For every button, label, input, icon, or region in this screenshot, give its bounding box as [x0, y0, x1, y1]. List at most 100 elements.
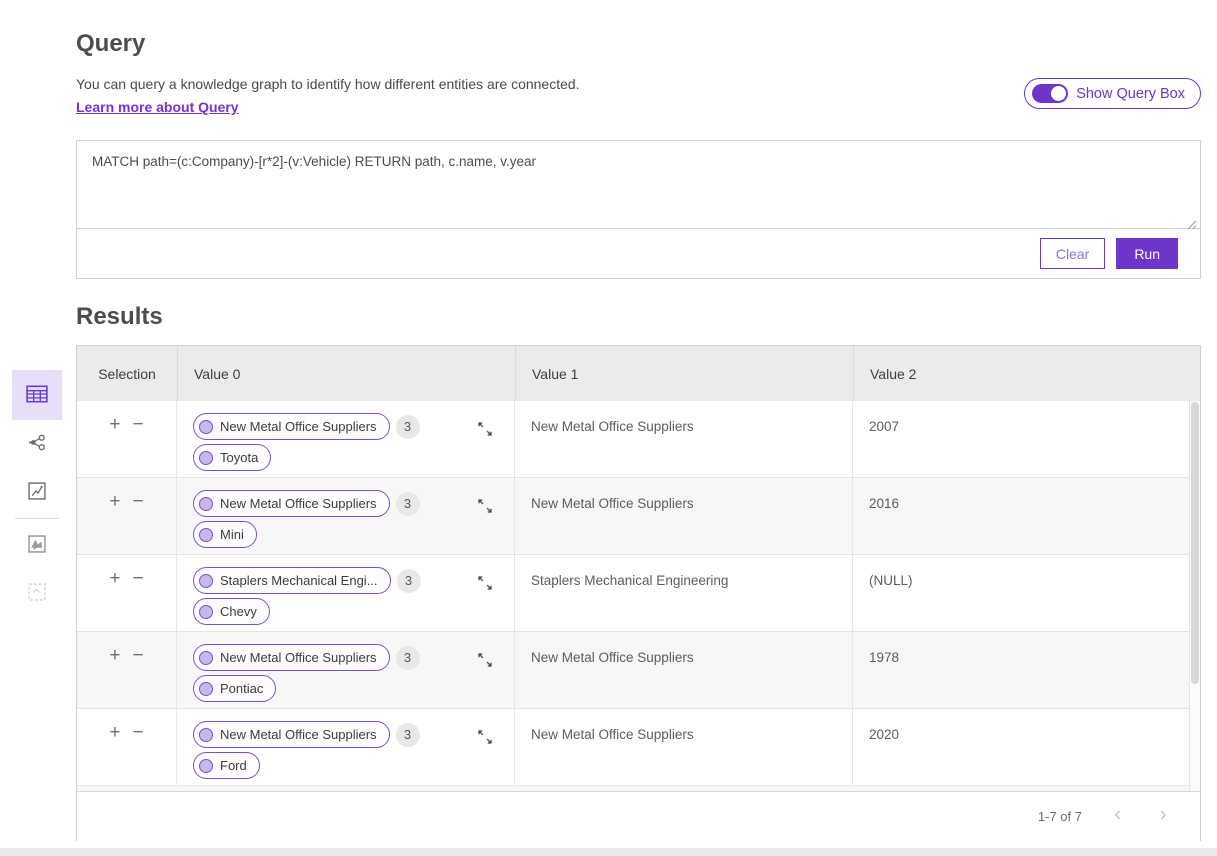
remove-from-selection-button[interactable]: −	[133, 647, 144, 665]
entity-pill-label: Toyota	[220, 450, 258, 465]
entity-pill-label: Mini	[220, 527, 244, 542]
value1-text: Staplers Mechanical Engineering	[531, 573, 728, 588]
next-page-button[interactable]	[1154, 808, 1172, 826]
sidebar-item-selection-view[interactable]	[12, 569, 62, 617]
entity-pill[interactable]: New Metal Office Suppliers	[193, 490, 390, 517]
entity-pill[interactable]: Mini	[193, 521, 257, 548]
path-count-badge: 3	[396, 723, 420, 747]
entity-pill[interactable]: Staplers Mechanical Engi...	[193, 567, 391, 594]
expand-icon	[477, 579, 493, 594]
entity-pill[interactable]: Pontiac	[193, 675, 276, 702]
page-title: Query	[76, 30, 145, 58]
entity-node-icon	[199, 451, 213, 465]
learn-more-link[interactable]: Learn more about Query	[76, 99, 239, 115]
clear-button[interactable]: Clear	[1040, 238, 1105, 269]
expand-icon	[477, 656, 493, 671]
expand-icon	[477, 502, 493, 517]
entity-pill[interactable]: New Metal Office Suppliers	[193, 644, 390, 671]
sidebar-item-table-view[interactable]	[12, 370, 62, 420]
entity-pill-label: Chevy	[220, 604, 257, 619]
entity-pill-label: Pontiac	[220, 681, 263, 696]
value2-cell: 1978	[853, 632, 1200, 714]
expand-icon	[477, 733, 493, 748]
sidebar-item-link-chart-view[interactable]	[12, 420, 62, 468]
entity-pill-label: New Metal Office Suppliers	[220, 727, 377, 742]
selection-icon	[28, 583, 46, 604]
entity-pill[interactable]: Ford	[193, 752, 260, 779]
remove-from-selection-button[interactable]: −	[133, 416, 144, 434]
column-header-value0: Value 0	[177, 346, 515, 401]
previous-page-button[interactable]	[1109, 808, 1127, 826]
column-header-selection: Selection	[77, 346, 177, 401]
run-button[interactable]: Run	[1116, 238, 1178, 269]
remove-from-selection-button[interactable]: −	[133, 724, 144, 742]
entity-node-icon	[199, 759, 213, 773]
sidebar-item-map-view[interactable]	[12, 521, 62, 569]
entity-node-icon	[199, 651, 213, 665]
expand-row-button[interactable]	[476, 421, 494, 439]
entity-node-icon	[199, 682, 213, 696]
table-row: + − New Metal Office Suppliers 3 Pontiac	[77, 632, 1200, 709]
entity-pill[interactable]: New Metal Office Suppliers	[193, 413, 390, 440]
selection-cell: + −	[77, 709, 177, 791]
value0-cell: Staplers Mechanical Engi... 3 Chevy	[177, 555, 515, 637]
path-count-badge: 3	[397, 569, 421, 593]
entity-pill-label: Staplers Mechanical Engi...	[220, 573, 378, 588]
value2-cell: 2016	[853, 478, 1200, 560]
link-chart-icon	[28, 433, 47, 455]
scrollbar-thumb[interactable]	[1191, 402, 1199, 684]
table-row: + − New Metal Office Suppliers 3 Ford	[77, 709, 1200, 786]
add-to-selection-button[interactable]: +	[109, 416, 120, 434]
partial-row	[77, 786, 1200, 791]
page-bottom-strip	[0, 848, 1217, 856]
value1-cell: New Metal Office Suppliers	[515, 632, 853, 714]
value2-text: 2016	[869, 496, 899, 511]
entity-node-icon	[199, 574, 213, 588]
add-to-selection-button[interactable]: +	[109, 493, 120, 511]
entity-node-icon	[199, 728, 213, 742]
page-description: You can query a knowledge graph to ident…	[76, 76, 580, 92]
add-to-selection-button[interactable]: +	[109, 724, 120, 742]
remove-from-selection-button[interactable]: −	[133, 493, 144, 511]
query-box: MATCH path=(c:Company)-[r*2]-(v:Vehicle)…	[76, 140, 1201, 279]
expand-icon	[477, 425, 493, 440]
expand-row-button[interactable]	[476, 575, 494, 593]
value2-cell: (NULL)	[853, 555, 1200, 637]
expand-row-button[interactable]	[476, 498, 494, 516]
entity-pill[interactable]: Chevy	[193, 598, 270, 625]
value1-text: New Metal Office Suppliers	[531, 727, 694, 742]
value1-cell: New Metal Office Suppliers	[515, 401, 853, 483]
entity-node-icon	[199, 497, 213, 511]
path-count-badge: 3	[396, 492, 420, 516]
chevron-left-icon	[1111, 810, 1125, 825]
table-view-icon	[26, 385, 48, 406]
path-count-badge: 3	[396, 415, 420, 439]
entity-pill-label: New Metal Office Suppliers	[220, 419, 377, 434]
add-to-selection-button[interactable]: +	[109, 570, 120, 588]
table-footer: 1-7 of 7	[77, 791, 1200, 841]
value1-cell: New Metal Office Suppliers	[515, 709, 853, 791]
expand-row-button[interactable]	[476, 729, 494, 747]
query-input[interactable]: MATCH path=(c:Company)-[r*2]-(v:Vehicle)…	[77, 141, 1200, 229]
show-query-box-toggle[interactable]: Show Query Box	[1024, 78, 1201, 109]
selection-cell: + −	[77, 401, 177, 483]
remove-from-selection-button[interactable]: −	[133, 570, 144, 588]
add-to-selection-button[interactable]: +	[109, 647, 120, 665]
sidebar-item-chart-view[interactable]	[12, 468, 62, 516]
value2-cell: 2007	[853, 401, 1200, 483]
table-body: + − New Metal Office Suppliers 3 Toyota	[77, 401, 1200, 791]
value0-cell: New Metal Office Suppliers 3 Ford	[177, 709, 515, 791]
selection-cell: + −	[77, 555, 177, 637]
entity-pill[interactable]: New Metal Office Suppliers	[193, 721, 390, 748]
chart-icon	[28, 482, 46, 503]
entity-pill-label: New Metal Office Suppliers	[220, 496, 377, 511]
query-actions: Clear Run	[77, 229, 1200, 278]
table-row: + − Staplers Mechanical Engi... 3 Chevy	[77, 555, 1200, 632]
value0-cell: New Metal Office Suppliers 3 Toyota	[177, 401, 515, 483]
sidebar-divider	[15, 518, 59, 519]
table-row: + − New Metal Office Suppliers 3 Toyota	[77, 401, 1200, 478]
main-content: Query You can query a knowledge graph to…	[76, 0, 1201, 856]
entity-pill[interactable]: Toyota	[193, 444, 271, 471]
toggle-label: Show Query Box	[1076, 86, 1185, 102]
expand-row-button[interactable]	[476, 652, 494, 670]
